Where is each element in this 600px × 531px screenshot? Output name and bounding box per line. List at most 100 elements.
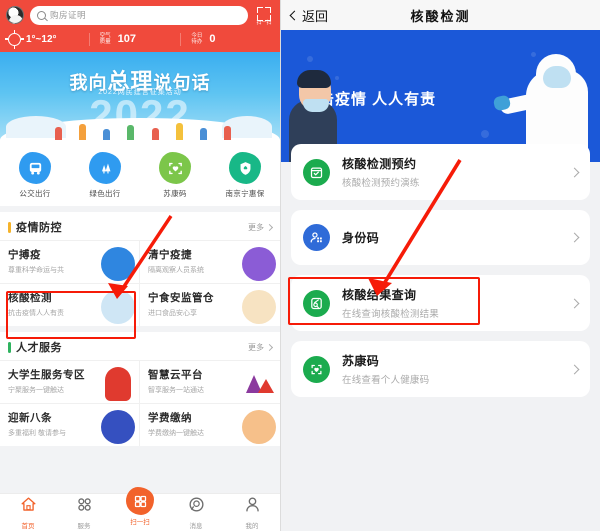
card-qingningyijie[interactable]: 清宁疫捷 隔离观察人员系统 [140,240,280,283]
calendar-check-icon [303,158,330,186]
avatar[interactable] [6,6,24,24]
section-more-label: 更多 [248,342,264,352]
quick-entry-label: 绿色出行 [89,189,121,198]
tab-label: 消息 [189,523,203,530]
tab-label: 首页 [21,523,35,530]
section-header: 疫情防控 更多 [0,212,280,240]
quick-entry-label: 苏康码 [163,189,187,198]
scan-icon-button[interactable]: 扫一扫 [254,5,274,26]
quick-entry-bus[interactable]: 公交出行 [0,152,70,199]
list-item-hesuan-appointment[interactable]: 核酸检测预约 核酸检测预约演练 [291,144,590,200]
todo-value: 0 [209,33,216,45]
list-item-title: 苏康码 [342,354,380,368]
list-card-appointment: 核酸检测预约 核酸检测预约演练 [291,144,590,200]
tab-home[interactable]: 首页 [0,495,56,530]
tab-scan[interactable]: 扫一扫 [112,487,168,526]
search-row: 购房证明 扫一扫 [6,4,274,26]
list-item-text: 核酸检测预约 核酸检测预约演练 [342,155,571,189]
section-more-link[interactable]: 更多 [248,222,274,233]
weather-temp-cell: 1°~12° [5,29,89,46]
back-button[interactable]: 返回 [289,6,328,25]
home-icon [20,497,36,511]
hero-banner: 抗击疫情 人人有责 [281,30,600,162]
card-title: 智慧云平台 [148,369,203,381]
tab-profile[interactable]: 我的 [224,495,280,530]
quick-entry-label: 南京宁惠保 [225,189,265,198]
bus-icon [19,152,51,184]
tab-label: 服务 [77,523,91,530]
page-title: 核酸检测 [410,8,471,24]
card-smart-cloud-platform[interactable]: 智慧云平台 智享服务一站通达 [140,360,280,403]
section-card-grid: 宁搏疫 尊重科学命运与共 清宁疫捷 隔离观察人员系统 核酸检测 抗击疫情人人有责… [0,240,280,326]
right-phone-detail-screen: 返回 核酸检测 抗击疫情 人人有责 核酸检测预约 核酸检测预约演练 身份码 核酸… [280,0,600,531]
card-ningshianjianguancang[interactable]: 宁食安监管仓 进口食品安心享 [140,283,280,326]
card-title: 迎新八条 [8,412,52,424]
bottom-tab-bar: 首页 服务 扫一扫 消息 我的 [0,487,280,531]
shield-icon [229,152,261,184]
scan-button-label: 扫一扫 [256,20,272,26]
health-code-icon [159,152,191,184]
quick-entry-row: 公交出行 绿色出行 苏康码 南京宁惠保 [0,144,280,206]
section-more-link[interactable]: 更多 [248,342,274,353]
card-title: 清宁疫捷 [148,249,192,261]
search-input[interactable]: 购房证明 [30,5,248,25]
section-talent-service: 人才服务 更多 大学生服务专区 宁聚服务一键触达 智慧云平台 智享服务一站通达 [0,332,280,446]
id-person-icon [303,224,330,251]
nav-bar: 返回 核酸检测 [281,0,600,30]
person-icon [245,497,259,512]
card-tuition-payment[interactable]: 学费缴纳 学费缴纳一键触达 [140,403,280,446]
banner-people-illustration [46,118,240,140]
quick-entry-ninghuibao[interactable]: 南京宁惠保 [210,152,280,199]
card-title: 核酸检测 [8,292,52,304]
list-item-hesuan-result[interactable]: 核酸结果查询 在线查询核酸检测结果 [291,275,590,331]
weather-strip[interactable]: 1°~12° 空气质量 107 今日待办 0 [0,26,280,52]
tab-services[interactable]: 服务 [56,495,112,530]
section-card-grid: 大学生服务专区 宁聚服务一键触达 智慧云平台 智享服务一站通达 迎新八条 多重福… [0,360,280,446]
tab-label: 扫一扫 [130,519,150,526]
card-ningboyi[interactable]: 宁搏疫 尊重科学命运与共 [0,240,140,283]
list-card-identity-code: 身份码 [291,210,590,265]
chevron-right-icon [265,223,274,231]
chat-icon [188,497,204,512]
list-item-title: 身份码 [342,231,380,245]
card-subtitle: 宁聚服务一键触达 [8,387,64,394]
section-header: 人才服务 更多 [0,332,280,360]
top-bar: 购房证明 扫一扫 [0,0,280,26]
section-accent-bar [8,341,11,353]
card-subtitle: 尊重科学命运与共 [8,267,64,274]
scan-icon [126,487,154,515]
tree-icon [89,152,121,184]
chevron-left-icon [289,10,300,20]
section-epidemic-control: 疫情防控 更多 宁搏疫 尊重科学命运与共 清宁疫捷 隔离观察人员系统 核酸检测 … [0,212,280,326]
list-item-sukangma[interactable]: 苏康码 在线查看个人健康码 [291,341,590,397]
list-item-text: 苏康码 在线查看个人健康码 [342,352,571,386]
search-placeholder: 购房证明 [50,10,87,20]
list-item-title: 核酸检测预约 [342,157,417,171]
promo-banner[interactable]: 2022 我向总理说句话 2022网民建言征集活动 [0,52,280,144]
section-accent-bar [8,221,11,233]
air-quality-value: 107 [117,33,137,45]
list-item-shenfenma[interactable]: 身份码 [291,210,590,265]
section-title: 疫情防控 [16,222,62,234]
banner-dots[interactable] [0,140,280,142]
card-subtitle: 隔离观察人员系统 [148,267,204,274]
weather-temp: 1°~12° [26,33,57,45]
left-phone-home-screen: 购房证明 扫一扫 1°~12° 空气质量 107 今日待办 0 2022 我向总… [0,0,280,531]
chevron-right-icon [569,232,580,243]
chevron-right-icon [569,364,580,374]
search-icon [37,10,46,20]
list-item-subtitle: 在线查看个人健康码 [342,375,430,386]
card-hesuan-jiance[interactable]: 核酸检测 抗击疫情人人有责 [0,283,140,326]
screenshot-root: 购房证明 扫一扫 1°~12° 空气质量 107 今日待办 0 2022 我向总… [0,0,600,531]
quick-entry-green-travel[interactable]: 绿色出行 [70,152,140,199]
card-yingxin-badge[interactable]: 迎新八条 多重福利 敬请参与 [0,403,140,446]
sun-icon [5,29,21,46]
card-subtitle: 抗击疫情人人有责 [8,310,64,317]
air-quality-cell: 空气质量 107 [88,32,181,46]
card-college-student-zone[interactable]: 大学生服务专区 宁聚服务一键触达 [0,360,140,403]
quick-entry-sukang-code[interactable]: 苏康码 [140,152,210,199]
list-item-text: 核酸结果查询 在线查询核酸检测结果 [342,286,571,320]
list-item-subtitle: 核酸检测预约演练 [342,178,420,189]
tab-messages[interactable]: 消息 [168,495,224,530]
tab-label: 我的 [245,523,259,530]
